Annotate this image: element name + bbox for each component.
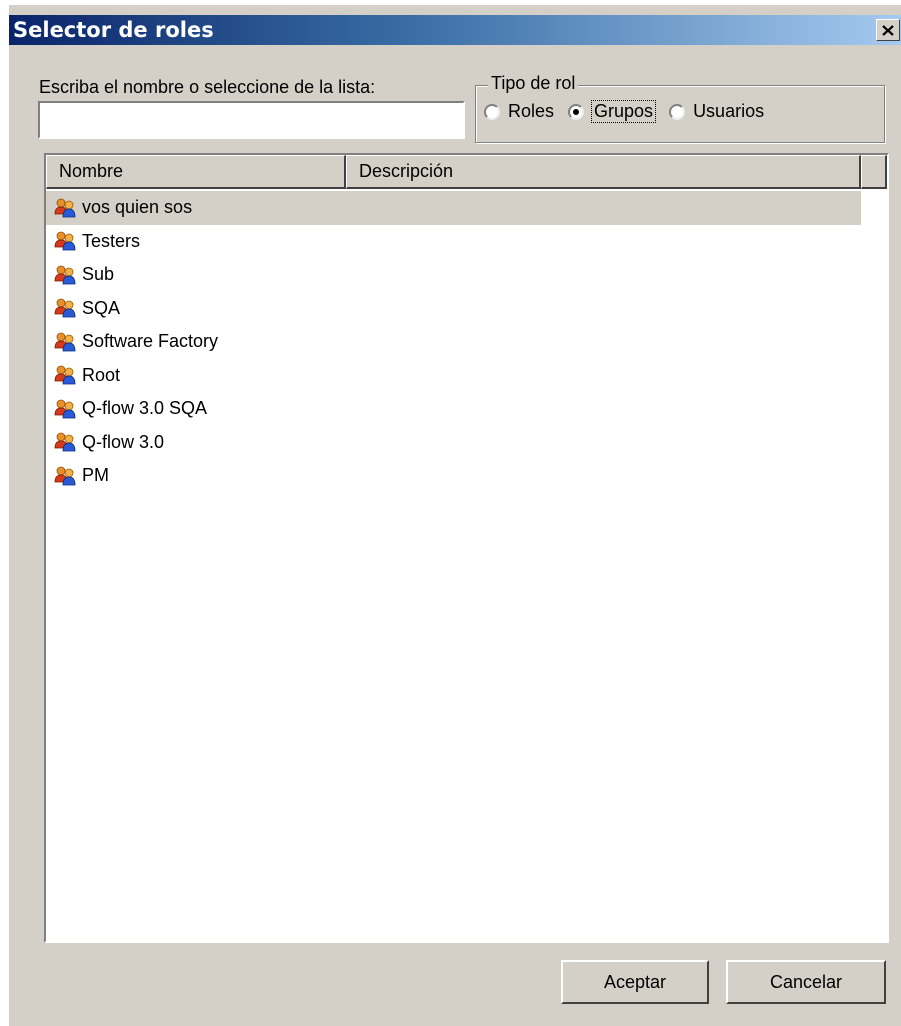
group-icon [54,198,76,218]
radio-roles[interactable]: Roles [484,101,554,122]
role-type-legend: Tipo de rol [488,73,579,94]
list-item-name: PM [82,465,109,486]
role-type-group: Tipo de rol Roles Grupos Usuarios [475,73,885,143]
list-item-name: Q-flow 3.0 SQA [82,398,208,419]
list-rows: vos quien sos Testers Sub SQA Software Facto… [46,191,887,493]
column-header-nombre[interactable]: Nombre [46,155,346,189]
group-icon [54,298,76,318]
search-input[interactable] [38,101,465,139]
radio-grupos[interactable]: Grupos [568,100,657,123]
roles-list[interactable]: Nombre Descripción vos quien sos Testers S… [44,153,889,943]
list-item-name: Software Factory [82,331,219,352]
window-title: Selector de roles [13,18,214,42]
radio-usuarios[interactable]: Usuarios [669,101,764,122]
group-icon [54,231,76,251]
group-icon [54,365,76,385]
list-item[interactable]: Software Factory [46,325,861,359]
list-item[interactable]: Q-flow 3.0 SQA [46,392,861,426]
column-header-filler [861,155,887,189]
list-item-name: Root [82,364,121,385]
column-header-descripcion[interactable]: Descripción [346,155,861,189]
title-bar[interactable]: Selector de roles [9,15,901,45]
list-item-name: SQA [82,297,121,318]
radio-usuarios-circle[interactable] [669,103,686,120]
radio-usuarios-label: Usuarios [693,101,765,121]
group-icon [54,265,76,285]
role-selector-dialog: Selector de roles Escriba el nombre o se… [8,4,901,1026]
list-item-name: Testers [82,230,141,251]
group-icon [54,332,76,352]
list-item[interactable]: PM [46,459,861,493]
accept-button[interactable]: Aceptar [561,960,709,1004]
group-icon [54,466,76,486]
list-item[interactable]: vos quien sos [46,191,861,225]
group-icon [54,399,76,419]
list-item[interactable]: Testers [46,225,861,259]
role-type-options: Roles Grupos Usuarios [484,100,778,123]
list-header: Nombre Descripción [46,155,887,189]
group-icon [54,432,76,452]
list-item-name: Q-flow 3.0 [82,431,165,452]
radio-grupos-circle[interactable] [568,103,585,120]
list-item[interactable]: Q-flow 3.0 [46,426,861,460]
close-icon [882,24,894,36]
list-item[interactable]: Root [46,359,861,393]
radio-roles-circle[interactable] [484,103,500,120]
list-item[interactable]: Sub [46,258,861,292]
search-label: Escriba el nombre o seleccione de la lis… [39,77,376,97]
radio-grupos-label: Grupos [591,100,657,123]
cancel-button[interactable]: Cancelar [726,960,886,1004]
list-item-name: Sub [82,264,115,285]
list-item[interactable]: SQA [46,292,861,326]
close-button[interactable] [876,19,900,41]
radio-roles-label: Roles [508,101,555,121]
list-item-name: vos quien sos [82,197,193,218]
